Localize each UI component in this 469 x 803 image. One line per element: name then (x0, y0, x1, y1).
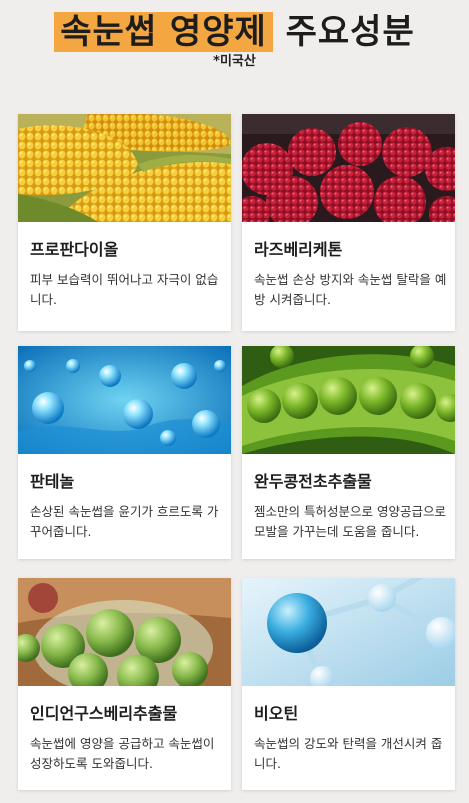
title-rest: 주요성분 (285, 12, 415, 52)
page-title: 속눈썹 영양제 주요성분 (0, 4, 469, 53)
raspberry-image (242, 114, 455, 222)
molecule-image (242, 578, 455, 686)
ingredient-card-indian-gooseberry: 인디언구스베리추출물 속눈썹에 영양을 공급하고 속눈썹이 성장하도록 도와줍니… (18, 578, 231, 790)
origin-note: *미국산 (213, 54, 256, 69)
ingredient-card-pea-extract: 완두콩전초추출물 젬소만의 특허성분으로 영양공급으로 모발을 가꾸는데 도움을… (242, 346, 455, 559)
peas-image (242, 346, 455, 454)
ingredient-card-biotin: 비오틴 속눈썹의 강도와 탄력을 개선시켜 줍니다. (242, 578, 455, 790)
title-highlight: 속눈썹 영양제 (54, 12, 273, 52)
ingredient-name: 비오틴 (254, 704, 299, 723)
ingredient-name: 프로판다이올 (30, 240, 119, 259)
corn-image (18, 114, 231, 222)
ingredient-name: 라즈베리케톤 (254, 240, 343, 259)
ingredient-card-raspberry-ketone: 라즈베리케톤 속눈썹 손상 방지와 속눈썹 탈락을 예방 시켜줍니다. (242, 114, 455, 331)
ingredient-card-panthenol: 판테놀 손상된 속눈썹을 윤기가 흐르도록 가꾸어줍니다. (18, 346, 231, 559)
ingredient-card-propanediol: 프로판다이올 피부 보습력이 뛰어나고 자극이 없습니다. (18, 114, 231, 331)
ingredient-description: 속눈썹 손상 방지와 속눈썹 탈락을 예방 시켜줍니다. (254, 272, 447, 307)
ingredient-description: 속눈썹에 영양을 공급하고 속눈썹이 성장하도록 도와줍니다. (30, 736, 215, 771)
ingredient-name: 완두콩전초추출물 (254, 472, 372, 491)
ingredient-description: 젬소만의 특허성분으로 영양공급으로 모발을 가꾸는데 도움을 줍니다. (254, 504, 446, 539)
ingredient-name: 판테놀 (30, 472, 75, 491)
ingredient-description: 손상된 속눈썹을 윤기가 흐르도록 가꾸어줍니다. (30, 504, 219, 539)
ingredient-description: 속눈썹의 강도와 탄력을 개선시켜 줍니다. (254, 736, 443, 771)
ingredient-description: 피부 보습력이 뛰어나고 자극이 없습니다. (30, 272, 219, 307)
water-drop-image (18, 346, 231, 454)
gooseberry-image (18, 578, 231, 686)
ingredient-name: 인디언구스베리추출물 (30, 704, 178, 723)
